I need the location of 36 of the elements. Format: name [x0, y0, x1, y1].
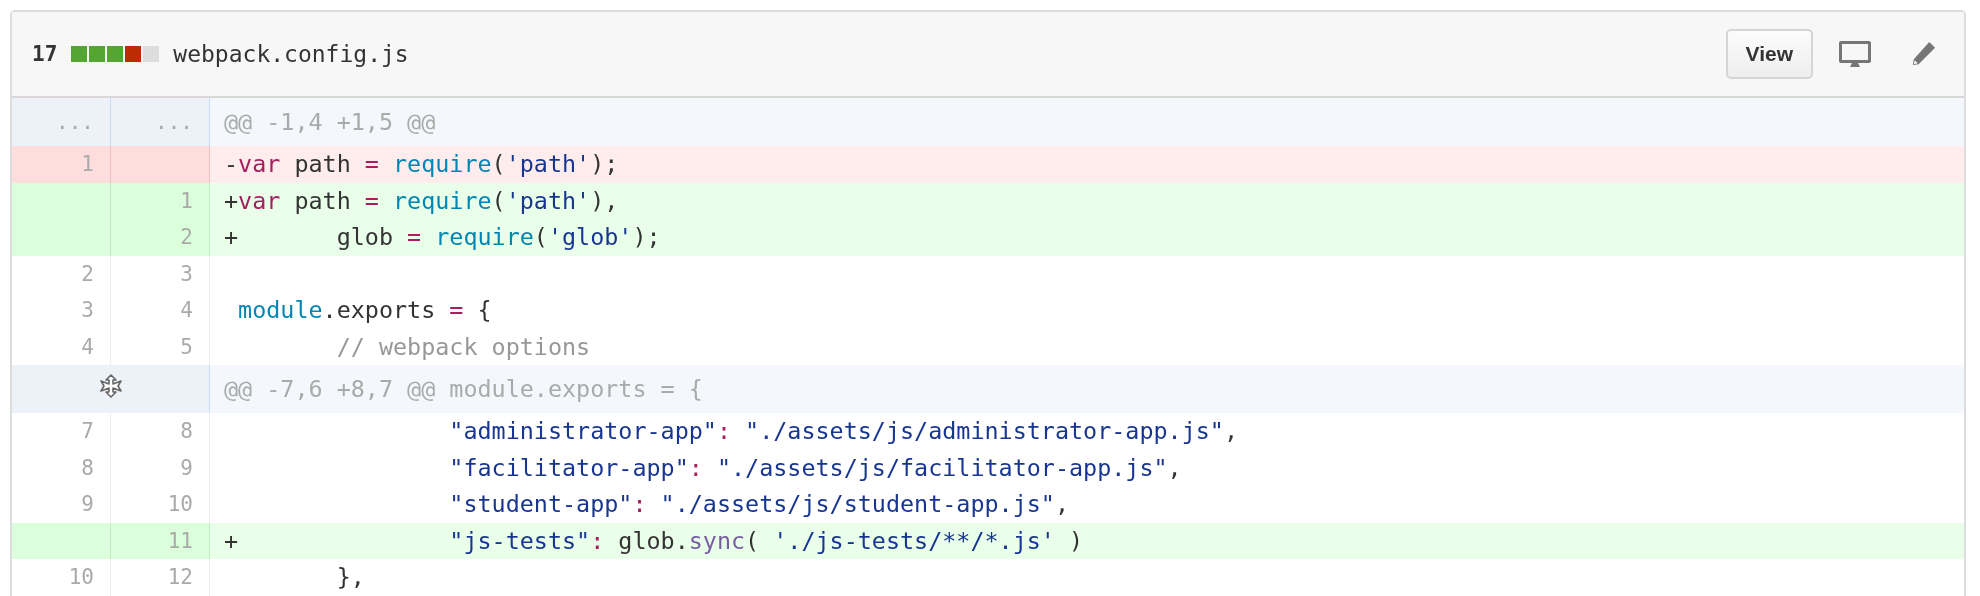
view-button[interactable]: View	[1725, 29, 1813, 79]
line-number: ...	[56, 110, 94, 134]
line-number: 8	[81, 455, 94, 480]
line-number: 1	[180, 188, 193, 213]
line-number: 3	[180, 261, 193, 286]
line-number: 3	[81, 298, 94, 323]
code-line: "student-app": "./assets/js/student-app.js",	[448, 490, 1069, 519]
line-number: 9	[180, 455, 193, 480]
line-number: 5	[180, 334, 193, 359]
code-line: + glob = require('glob');	[224, 223, 661, 252]
hunk-header: @@ -1,4 +1,5 @@	[224, 108, 436, 136]
code-line: -var path = require('path');	[224, 150, 619, 179]
line-number: 4	[81, 334, 94, 359]
line-number: 8	[180, 419, 193, 444]
line-number: 12	[167, 565, 193, 590]
code-line: "facilitator-app": "./assets/js/facilitator-app.js",	[448, 453, 1182, 482]
code-line: },	[335, 563, 365, 592]
line-number: 10	[167, 492, 193, 517]
line-number: ...	[155, 110, 193, 134]
line-number: 10	[68, 565, 94, 590]
line-number: 7	[81, 419, 94, 444]
change-count: 17	[32, 42, 58, 66]
line-number: 9	[81, 492, 94, 517]
code-line: "administrator-app": "./assets/js/administrator-app.js",	[448, 417, 1238, 446]
file-name: webpack.config.js	[173, 41, 409, 67]
hunk-header: @@ -7,6 +8,7 @@ module.exports = {	[224, 375, 703, 403]
line-number: 2	[180, 225, 193, 250]
line-number: 1	[81, 152, 94, 177]
code-line: module.exports = {	[237, 296, 492, 325]
monitor-icon[interactable]	[1839, 40, 1871, 68]
code-line: + "js-tests": glob.sync( './js-tests/**/*.js' )	[224, 526, 1084, 555]
line-number: 4	[180, 298, 193, 323]
code-line: +var path = require('path'),	[224, 186, 619, 215]
code-line: // webpack options	[335, 332, 591, 361]
line-number: 2	[81, 261, 94, 286]
line-number: 11	[167, 528, 193, 553]
